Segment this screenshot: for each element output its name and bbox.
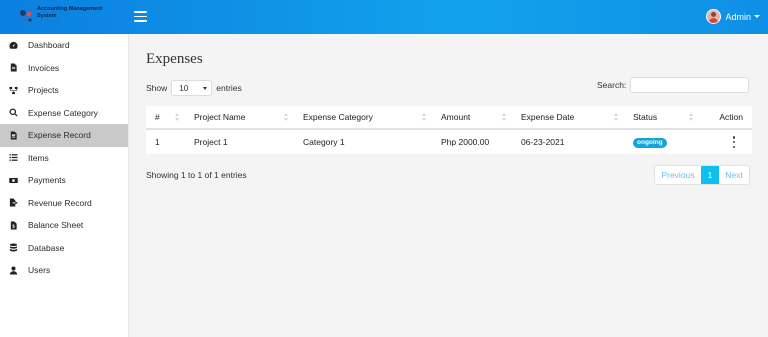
cell-project-name: Project 1	[194, 137, 228, 147]
user-name: Admin	[725, 11, 751, 22]
file-icon	[9, 63, 18, 72]
dashboard-icon	[9, 41, 18, 50]
sidebar-item-expense-record[interactable]: Expense Record	[0, 124, 128, 147]
file-export-icon	[9, 198, 18, 207]
avatar	[706, 9, 722, 24]
top-navbar: Accounting Management System Admin	[0, 0, 768, 34]
sidebar-item-payments[interactable]: Payments	[0, 169, 128, 192]
menu-toggle-icon[interactable]	[134, 11, 147, 23]
caret-down-icon	[754, 15, 760, 18]
sidebar-item-balance-sheet[interactable]: Balance Sheet	[0, 214, 128, 237]
table-header-row: # Project Name Expense Category Amount E…	[146, 106, 752, 130]
sidebar-item-label: Expense Category	[28, 107, 98, 118]
column-header-expense-category[interactable]: Expense Category	[294, 106, 432, 130]
user-menu[interactable]: Admin	[706, 9, 760, 24]
sidebar-item-expense-category[interactable]: Expense Category	[0, 102, 128, 125]
search-label: Search:	[597, 80, 627, 90]
sort-icon	[175, 113, 180, 122]
length-label-show: Show	[146, 83, 168, 93]
column-header-expense-date[interactable]: Expense Date	[512, 106, 624, 130]
sidebar-item-label: Database	[28, 242, 65, 253]
sidebar-item-label: Payments	[28, 175, 66, 186]
column-header-action: Action	[699, 106, 752, 130]
sitemap-icon	[9, 86, 18, 95]
logo-icon	[18, 8, 34, 24]
sidebar-item-label: Expense Record	[28, 130, 91, 141]
list-icon	[9, 153, 18, 162]
sidebar: Dashboard Invoices Projects Expense Cate…	[0, 34, 129, 337]
sort-icon	[502, 113, 507, 122]
sidebar-item-dashboard[interactable]: Dashboard	[0, 34, 128, 57]
column-header-number[interactable]: #	[146, 106, 185, 130]
file-invoice-dollar-icon	[9, 221, 18, 230]
pagination-next[interactable]: Next	[719, 166, 749, 184]
column-header-amount[interactable]: Amount	[432, 106, 512, 130]
sort-icon	[614, 113, 619, 122]
pagination: Previous 1 Next	[654, 165, 750, 185]
entries-per-page-select[interactable]: 10	[171, 80, 213, 96]
cell-expense-category: Category 1	[303, 137, 345, 147]
sidebar-item-projects[interactable]: Projects	[0, 79, 128, 102]
sidebar-item-label: Items	[28, 152, 49, 163]
cell-status: ongoing	[624, 129, 699, 154]
sidebar-item-label: Invoices	[28, 62, 60, 73]
more-actions-icon[interactable]	[729, 136, 739, 148]
sidebar-item-label: Projects	[28, 85, 59, 96]
status-badge: ongoing	[633, 137, 667, 148]
brand-title: Accounting Management System	[37, 6, 103, 19]
cell-amount: Php 2000.00	[441, 137, 490, 147]
cell-expense-date: 06-23-2021	[521, 137, 565, 147]
search-input[interactable]	[630, 77, 750, 93]
entries-length-control: Show 10 entries	[146, 80, 242, 96]
pagination-page-1[interactable]: 1	[701, 166, 719, 184]
cell-number: 1	[155, 137, 160, 147]
database-icon	[9, 243, 18, 252]
file-invoice-icon	[9, 131, 18, 140]
user-icon	[9, 266, 18, 275]
sidebar-item-users[interactable]: Users	[0, 259, 128, 282]
cell-action	[699, 129, 752, 154]
sidebar-item-label: Dashboard	[28, 40, 70, 51]
sidebar-item-label: Users	[28, 265, 51, 276]
pagination-previous[interactable]: Previous	[655, 166, 701, 184]
column-header-project-name[interactable]: Project Name	[185, 106, 294, 130]
main-content: Expenses Show 10 entries Search: # Proje…	[129, 34, 768, 337]
sidebar-item-revenue-record[interactable]: Revenue Record	[0, 192, 128, 215]
table-search: Search:	[597, 77, 750, 93]
sort-icon	[284, 113, 289, 122]
sidebar-item-label: Revenue Record	[28, 197, 92, 208]
entries-per-page-value: 10	[179, 83, 189, 93]
expenses-table: # Project Name Expense Category Amount E…	[146, 106, 752, 154]
brand[interactable]: Accounting Management System	[18, 6, 115, 28]
sidebar-item-invoices[interactable]: Invoices	[0, 57, 128, 80]
sort-icon	[689, 113, 694, 122]
table-info: Showing 1 to 1 of 1 entries	[146, 170, 247, 180]
table-row: 1 Project 1 Category 1 Php 2000.00 06-23…	[146, 129, 752, 154]
sidebar-item-label: Balance Sheet	[28, 220, 84, 231]
money-icon	[9, 176, 18, 185]
length-label-entries: entries	[216, 83, 242, 93]
sidebar-item-items[interactable]: Items	[0, 147, 128, 170]
column-header-status[interactable]: Status	[624, 106, 699, 130]
sort-icon	[422, 113, 427, 122]
search-icon	[9, 108, 18, 117]
chevron-down-icon	[203, 86, 208, 90]
sidebar-item-database[interactable]: Database	[0, 237, 128, 260]
page-title: Expenses	[146, 51, 203, 67]
